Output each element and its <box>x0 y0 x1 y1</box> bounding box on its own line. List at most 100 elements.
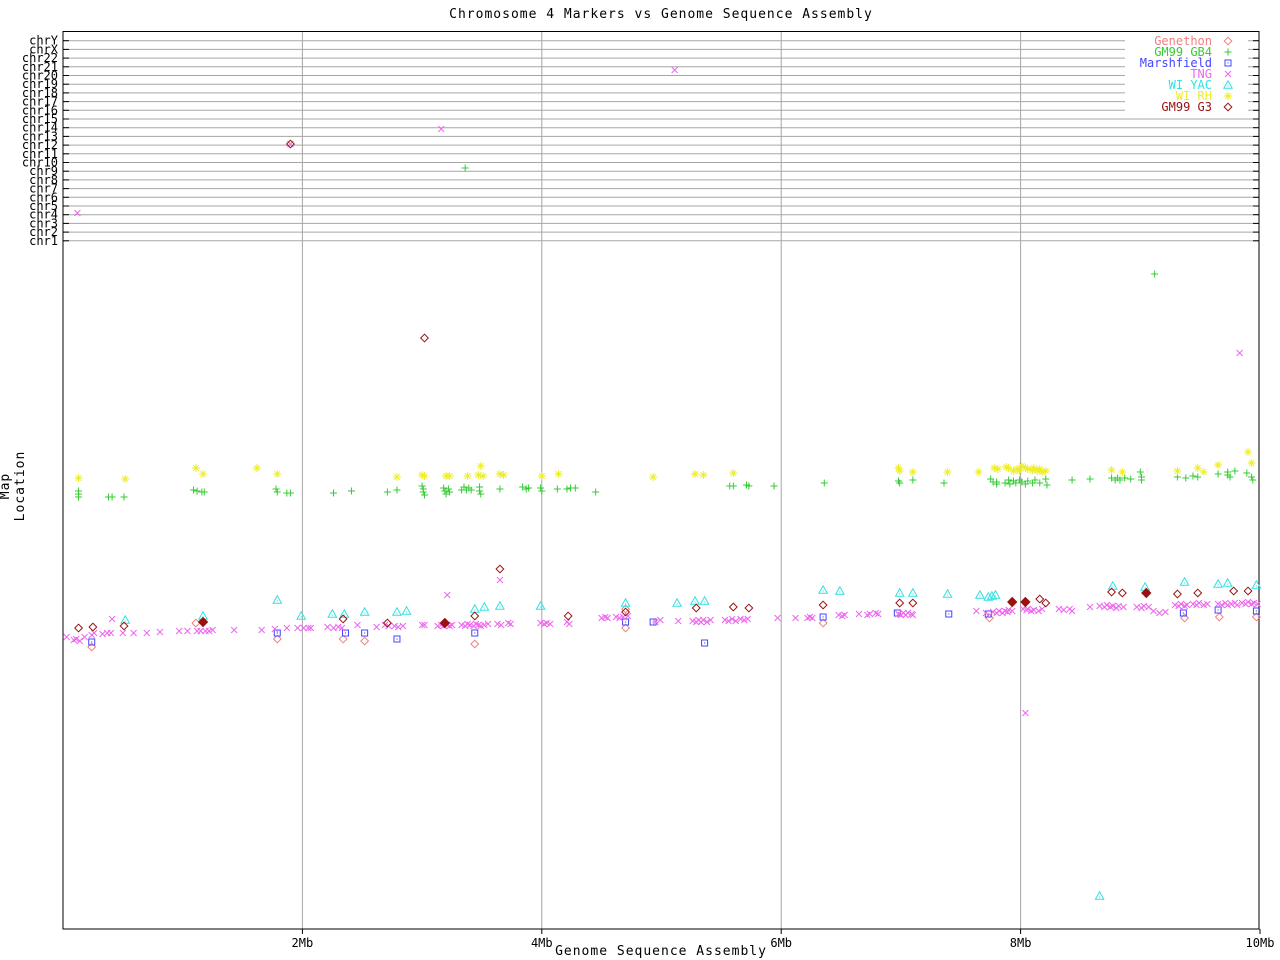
series-tng <box>63 66 1261 717</box>
series-wi-yac <box>120 576 1262 900</box>
data-point <box>701 639 709 647</box>
data-point <box>672 597 683 607</box>
data-point <box>1248 473 1256 481</box>
x-tick-label-4Mb: 4Mb <box>531 936 553 950</box>
chart: Chromosome 4 Markers vs Genome Sequence … <box>0 0 1280 960</box>
data-point <box>1194 473 1202 481</box>
data-point <box>324 623 331 631</box>
data-point <box>699 471 708 479</box>
data-point <box>1231 467 1239 475</box>
data-point <box>419 488 427 496</box>
data-point <box>1156 609 1163 617</box>
data-point <box>199 470 208 478</box>
data-point <box>230 626 238 634</box>
data-point <box>1214 612 1224 622</box>
data-point <box>360 636 370 646</box>
data-point <box>88 638 96 646</box>
data-point <box>770 482 778 490</box>
data-point <box>191 618 201 628</box>
data-point <box>273 470 282 478</box>
data-point <box>1060 606 1068 614</box>
data-point <box>1043 481 1051 489</box>
data-point <box>272 485 280 493</box>
data-point <box>818 600 828 610</box>
data-point <box>361 629 369 637</box>
data-point <box>554 470 563 478</box>
data-point <box>1243 586 1253 596</box>
data-point <box>1247 459 1256 467</box>
data-point <box>75 493 83 501</box>
data-point <box>729 482 737 490</box>
data-point <box>895 598 905 608</box>
data-point <box>744 603 754 613</box>
data-point <box>130 629 137 637</box>
data-point <box>895 467 904 475</box>
data-point <box>1236 349 1244 357</box>
data-point <box>1127 475 1135 483</box>
data-point <box>908 468 917 476</box>
data-point <box>1007 596 1018 608</box>
data-point <box>1001 479 1009 487</box>
series-wi-rh <box>74 448 1256 483</box>
data-point <box>252 464 261 472</box>
plot-canvas: chrYchrXchr22chr21chr20chr19chr18chr17ch… <box>22 31 1274 950</box>
data-point <box>495 564 505 574</box>
data-point <box>1138 476 1145 484</box>
data-point <box>1107 466 1116 474</box>
data-point <box>120 493 128 501</box>
data-point <box>565 620 573 628</box>
data-point <box>792 614 799 622</box>
data-point <box>272 594 283 604</box>
data-point <box>1107 580 1118 590</box>
data-point <box>419 333 430 343</box>
data-point <box>286 489 294 497</box>
data-point <box>1214 606 1222 614</box>
data-point <box>563 611 573 621</box>
data-point <box>471 629 479 637</box>
data-point <box>189 486 197 494</box>
data-point <box>1180 613 1190 623</box>
x-tick-label-6Mb: 6Mb <box>770 936 792 950</box>
data-point <box>691 470 700 478</box>
data-point <box>535 600 546 610</box>
data-point <box>563 485 571 493</box>
data-point <box>538 487 546 495</box>
data-point <box>496 485 504 493</box>
data-point <box>477 490 485 498</box>
data-point <box>108 615 116 623</box>
data-point <box>1193 588 1203 598</box>
data-point <box>537 484 545 492</box>
data-point <box>294 624 301 632</box>
data-point <box>1068 476 1076 484</box>
data-point <box>1229 586 1239 596</box>
data-point <box>283 624 291 632</box>
data-point <box>184 627 191 635</box>
data-point <box>470 639 480 649</box>
data-point <box>88 622 98 632</box>
data-point <box>391 606 403 616</box>
data-point <box>855 610 863 618</box>
data-point <box>818 584 829 594</box>
data-point <box>553 485 561 493</box>
data-point <box>671 66 679 74</box>
x-tick-label-8Mb: 8Mb <box>1010 936 1032 950</box>
data-point <box>108 493 116 501</box>
data-point <box>729 469 738 477</box>
data-point <box>908 598 918 608</box>
data-point <box>469 603 480 613</box>
data-point <box>1243 469 1251 477</box>
data-point <box>1249 476 1257 484</box>
data-point <box>1189 472 1197 480</box>
data-point <box>499 471 508 479</box>
data-point <box>258 626 266 634</box>
data-point <box>119 629 127 637</box>
data-point <box>894 587 905 597</box>
data-point <box>476 462 485 470</box>
data-point <box>907 587 918 597</box>
data-point <box>273 488 281 496</box>
x-tick-label-2Mb: 2Mb <box>292 936 314 950</box>
data-point <box>649 473 658 481</box>
data-point <box>445 472 454 480</box>
y-tick-label-chr1: chr1 <box>29 234 58 248</box>
series-marshfield <box>88 606 1260 647</box>
